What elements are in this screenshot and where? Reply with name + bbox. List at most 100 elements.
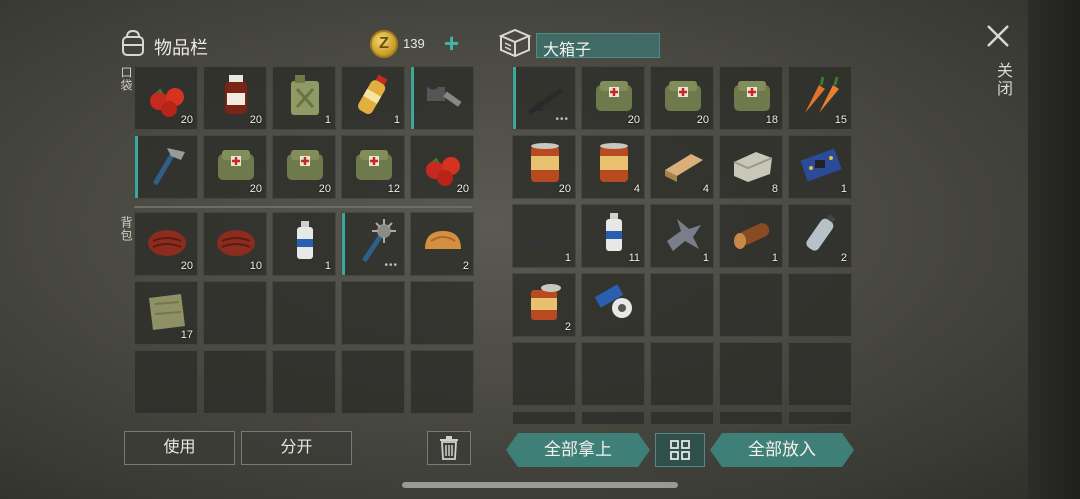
backpack-slot[interactable] — [341, 350, 405, 414]
pocket-slot[interactable]: 20 — [272, 135, 336, 199]
item-quantity: 4 — [633, 183, 640, 195]
rifle-icon — [527, 87, 564, 115]
add-coins-button[interactable]: + — [444, 30, 459, 56]
box-slot[interactable]: 1 — [719, 204, 783, 268]
storage-box-icon — [498, 28, 532, 58]
tomatoes-icon — [150, 88, 184, 117]
box-slot[interactable]: 20 — [512, 135, 576, 199]
backpack-slot[interactable]: 20 — [134, 212, 198, 276]
item-quantity: 2 — [462, 260, 469, 272]
item-quantity: 20 — [696, 114, 709, 126]
box-slot[interactable] — [788, 342, 852, 406]
box-slot[interactable] — [512, 342, 576, 406]
item-quantity: 20 — [627, 114, 640, 126]
coin-count: 139 — [403, 36, 425, 51]
backpack-slot[interactable] — [341, 281, 405, 345]
home-indicator — [402, 482, 678, 488]
pocket-slot[interactable]: 20 — [410, 135, 474, 199]
durability-dots: ••• — [384, 260, 398, 271]
box-slot[interactable]: 11 — [581, 204, 645, 268]
pocket-slot[interactable]: 20 — [134, 66, 198, 130]
item-quantity: 20 — [180, 114, 193, 126]
backpack-slot[interactable]: 17 — [134, 281, 198, 345]
item-quantity: 20 — [249, 114, 262, 126]
chainsaw-icon — [426, 76, 462, 107]
metal-scrap-icon — [667, 219, 701, 251]
box-slot[interactable]: 18 — [719, 66, 783, 130]
box-slot[interactable]: 4 — [581, 135, 645, 199]
box-slot[interactable] — [650, 273, 714, 337]
pocket-slot[interactable]: 12 — [341, 135, 405, 199]
box-slot[interactable] — [650, 342, 714, 406]
sort-button[interactable] — [655, 433, 705, 467]
open-can-icon — [531, 284, 561, 320]
pocket-slot[interactable] — [410, 66, 474, 130]
item-quantity: 1 — [564, 252, 571, 264]
carrot-icon — [805, 76, 839, 113]
pocket-slot[interactable] — [134, 135, 198, 199]
backpack-slot[interactable]: ••• — [341, 212, 405, 276]
steak-icon — [217, 230, 255, 256]
item-quantity: 18 — [765, 114, 778, 126]
box-slot[interactable]: 4 — [650, 135, 714, 199]
put-all-button[interactable]: 全部放入 — [710, 433, 854, 467]
backpack-slot[interactable] — [134, 350, 198, 414]
box-slot[interactable]: 20 — [650, 66, 714, 130]
box-slot[interactable] — [581, 273, 645, 337]
box-slot[interactable] — [788, 273, 852, 337]
close-icon[interactable] — [984, 22, 1012, 50]
box-slot[interactable] — [719, 273, 783, 337]
pocket-slot[interactable]: 1 — [272, 66, 336, 130]
close-button-label[interactable]: 关闭 — [990, 62, 1014, 98]
pocket-slot[interactable]: 20 — [203, 66, 267, 130]
item-quantity: 20 — [558, 183, 571, 195]
box-slot[interactable]: 8 — [719, 135, 783, 199]
box-slot[interactable] — [719, 411, 783, 425]
spray-can-icon — [606, 213, 622, 251]
item-quantity: 1 — [771, 252, 778, 264]
item-quantity: 20 — [318, 183, 331, 195]
water-bottle-icon — [358, 74, 388, 114]
box-slot[interactable]: 2 — [512, 273, 576, 337]
item-quantity: 11 — [628, 252, 640, 264]
split-button[interactable]: 分开 — [241, 431, 352, 465]
backpack-slot[interactable]: 1 — [272, 212, 336, 276]
box-slot[interactable]: 1 — [788, 135, 852, 199]
spiked-club-icon — [361, 219, 396, 263]
backpack-slot[interactable]: 10 — [203, 212, 267, 276]
backpack-slot[interactable]: 2 — [410, 212, 474, 276]
box-slot[interactable]: 1 — [650, 204, 714, 268]
take-all-button[interactable]: 全部拿上 — [506, 433, 650, 467]
item-quantity: 1 — [324, 260, 331, 272]
medkit-bag-icon — [734, 81, 770, 111]
jerrycan-icon — [291, 75, 319, 115]
backpack-slot[interactable] — [203, 350, 267, 414]
box-slot[interactable]: 2 — [788, 204, 852, 268]
box-slot[interactable]: 20 — [581, 66, 645, 130]
pocket-slot[interactable]: 20 — [203, 135, 267, 199]
backpack-slot[interactable] — [272, 350, 336, 414]
box-slot[interactable] — [788, 411, 852, 425]
backpack-slot[interactable] — [410, 281, 474, 345]
box-slot[interactable] — [650, 411, 714, 425]
use-button[interactable]: 使用 — [124, 431, 235, 465]
pocket-section-label: 口袋 — [119, 66, 133, 92]
item-quantity: 8 — [771, 183, 778, 195]
backpack-section-label: 背包 — [119, 216, 133, 242]
box-slot[interactable]: 1 — [512, 204, 576, 268]
box-slot[interactable] — [581, 342, 645, 406]
hatchet-icon — [152, 148, 185, 186]
backpack-slot[interactable] — [272, 281, 336, 345]
box-slot[interactable]: 15 — [788, 66, 852, 130]
box-name-field[interactable]: 大箱子 — [536, 33, 660, 59]
backpack-slot[interactable] — [410, 350, 474, 414]
box-slot[interactable] — [581, 411, 645, 425]
box-slot[interactable]: ••• — [512, 66, 576, 130]
box-slot[interactable] — [719, 342, 783, 406]
trash-button[interactable] — [427, 431, 471, 465]
box-slot[interactable] — [512, 411, 576, 425]
tomatoes-icon — [426, 157, 460, 186]
item-quantity: 20 — [249, 183, 262, 195]
pocket-slot[interactable]: 1 — [341, 66, 405, 130]
backpack-slot[interactable] — [203, 281, 267, 345]
